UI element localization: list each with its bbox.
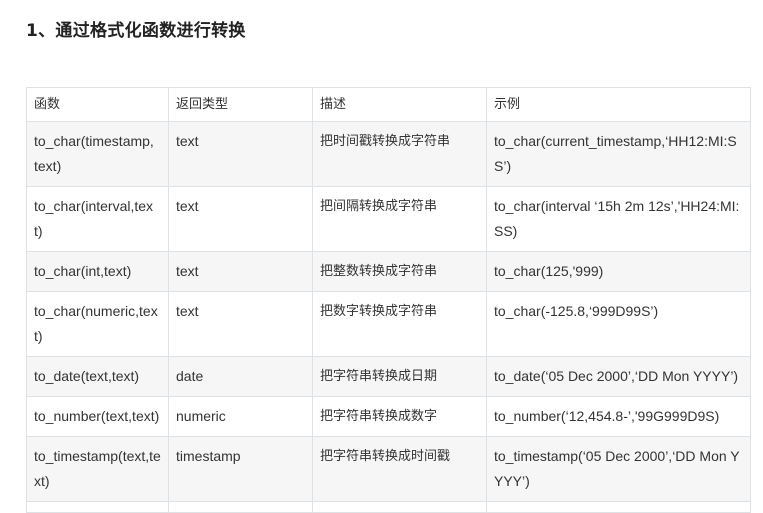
cell-function: to_timestamp(text,text)	[26, 436, 169, 502]
cell-function: to_date(text,text)	[26, 356, 169, 397]
cell-return-type: timestamp	[168, 436, 313, 502]
cell-return-type: text	[168, 121, 313, 187]
cell-empty	[312, 501, 487, 513]
cell-example: to_char(interval ‘15h 2m 12s’,'HH24:MI:S…	[486, 186, 751, 252]
header-description: 描述	[312, 87, 487, 122]
table-row: to_timestamp(text,text) timestamp 把字符串转换…	[26, 436, 751, 502]
cell-return-type: text	[168, 251, 313, 292]
cell-example: to_char(-125.8,‘999D99S’)	[486, 291, 751, 357]
header-example: 示例	[486, 87, 751, 122]
table-row: to_char(timestamp, text) text 把时间戳转换成字符串…	[26, 121, 751, 187]
table-row: to_char(int,text) text 把整数转换成字符串 to_char…	[26, 251, 751, 292]
cell-return-type: text	[168, 186, 313, 252]
table-header: 函数 返回类型 描述 示例	[26, 87, 751, 122]
cell-description: 把数字转换成字符串	[312, 291, 487, 357]
table-row: to_number(text,text) numeric 把字符串转换成数字 t…	[26, 396, 751, 437]
header-return-type: 返回类型	[168, 87, 313, 122]
cell-example: to_char(current_timestamp,‘HH12:MI:SS’)	[486, 121, 751, 187]
cell-example: to_date(‘05 Dec 2000’,‘DD Mon YYYY’)	[486, 356, 751, 397]
cell-empty	[168, 501, 313, 513]
table-row-partial	[26, 501, 751, 513]
cell-example: to_timestamp(‘05 Dec 2000’,‘DD Mon YYYY’…	[486, 436, 751, 502]
table-row: to_char(numeric,text) text 把数字转换成字符串 to_…	[26, 291, 751, 357]
cell-function: to_char(interval,text)	[26, 186, 169, 252]
cell-return-type: text	[168, 291, 313, 357]
cell-return-type: numeric	[168, 396, 313, 437]
cell-example: to_char(125,'999)	[486, 251, 751, 292]
cell-empty	[486, 501, 751, 513]
cell-function: to_char(int,text)	[26, 251, 169, 292]
cell-example: to_number(‘12,454.8-’,'99G999D9S)	[486, 396, 751, 437]
header-row: 函数 返回类型 描述 示例	[26, 87, 751, 122]
cell-function: to_number(text,text)	[26, 396, 169, 437]
cell-empty	[26, 501, 169, 513]
cell-return-type: date	[168, 356, 313, 397]
table-row: to_char(interval,text) text 把间隔转换成字符串 to…	[26, 186, 751, 252]
cell-description: 把时间戳转换成字符串	[312, 121, 487, 187]
cell-description: 把字符串转换成数字	[312, 396, 487, 437]
conversion-functions-table-wrapper: 函数 返回类型 描述 示例 to_char(timestamp, text) t…	[26, 87, 751, 513]
table-body: to_char(timestamp, text) text 把时间戳转换成字符串…	[26, 121, 751, 513]
conversion-functions-table: 函数 返回类型 描述 示例 to_char(timestamp, text) t…	[26, 87, 751, 513]
header-function: 函数	[26, 87, 169, 122]
cell-function: to_char(timestamp, text)	[26, 121, 169, 187]
cell-description: 把间隔转换成字符串	[312, 186, 487, 252]
section-heading: 1、通过格式化函数进行转换	[26, 21, 246, 41]
cell-function: to_char(numeric,text)	[26, 291, 169, 357]
cell-description: 把字符串转换成时间戳	[312, 436, 487, 502]
table-row: to_date(text,text) date 把字符串转换成日期 to_dat…	[26, 356, 751, 397]
cell-description: 把整数转换成字符串	[312, 251, 487, 292]
cell-description: 把字符串转换成日期	[312, 356, 487, 397]
